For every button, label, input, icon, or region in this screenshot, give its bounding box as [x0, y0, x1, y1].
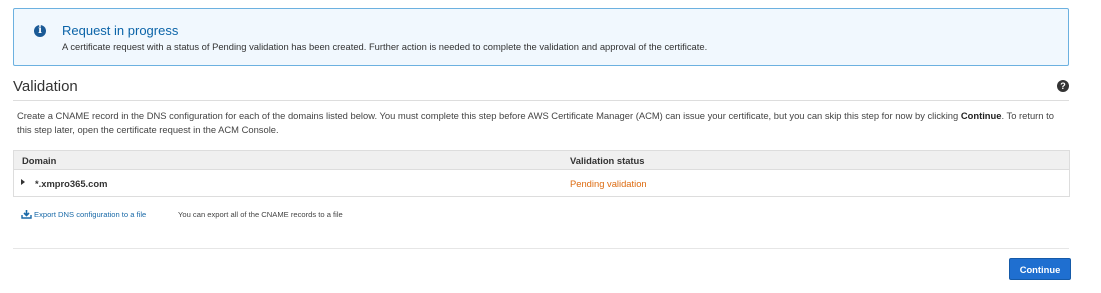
domain-table: Domain Validation status *.xmpro365.com …	[13, 150, 1070, 197]
export-note: You can export all of the CNAME records …	[178, 210, 343, 219]
info-icon: i	[34, 25, 46, 37]
expand-caret-icon[interactable]	[21, 179, 25, 185]
column-header-validation-status: Validation status	[570, 155, 645, 166]
alert-message: A certificate request with a status of P…	[62, 41, 708, 52]
footer-divider	[13, 248, 1069, 249]
export-link-label[interactable]: Export DNS configuration to a file	[34, 210, 146, 219]
download-icon	[21, 210, 32, 219]
validation-status-cell: Pending validation	[570, 178, 647, 189]
alert-title: Request in progress	[62, 23, 179, 38]
continue-button[interactable]: Continue	[1009, 258, 1071, 280]
section-title: Validation	[13, 78, 78, 95]
column-header-domain: Domain	[22, 155, 57, 166]
export-dns-link[interactable]: Export DNS configuration to a file	[21, 210, 146, 219]
domain-cell: *.xmpro365.com	[35, 178, 108, 189]
table-header: Domain Validation status	[14, 151, 1069, 170]
section-divider	[13, 100, 1069, 101]
description-continue-emphasis: Continue	[960, 110, 1002, 121]
help-icon[interactable]: ?	[1057, 80, 1069, 92]
table-row[interactable]: *.xmpro365.com Pending validation	[14, 170, 1069, 196]
description-text: Create a CNAME record in the DNS configu…	[17, 110, 961, 121]
info-alert: i Request in progress A certificate requ…	[13, 8, 1069, 66]
validation-description: Create a CNAME record in the DNS configu…	[17, 109, 1062, 137]
